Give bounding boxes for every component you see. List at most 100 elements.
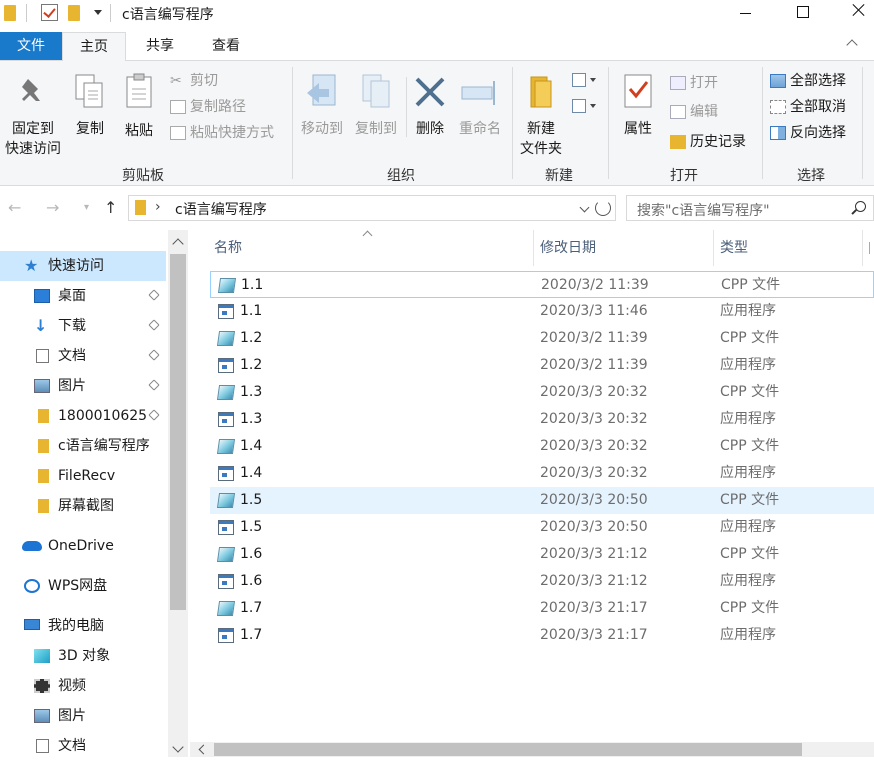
sidebar-item-quick-access[interactable]: ★ 快速访问 <box>0 251 166 281</box>
table-row[interactable]: 1.6 2020/3/3 21:12 CPP 文件 <box>210 541 874 568</box>
copy-button[interactable]: 复制 <box>68 67 112 143</box>
minimize-button[interactable] <box>722 0 768 28</box>
sidebar-item-this-pc[interactable]: 我的电脑 <box>0 611 166 641</box>
table-row[interactable]: 1.3 2020/3/3 20:32 应用程序 <box>210 406 874 433</box>
sidebar-item-desktop[interactable]: 桌面 <box>0 281 166 311</box>
file-type: CPP 文件 <box>720 384 780 400</box>
table-row[interactable]: 1.3 2020/3/3 20:32 CPP 文件 <box>210 379 874 406</box>
copy-to-button[interactable]: 复制到 <box>350 67 402 157</box>
rename-button[interactable]: 重命名 <box>452 67 508 143</box>
sidebar-item-3d-objects[interactable]: 3D 对象 <box>0 641 166 671</box>
search-box[interactable]: 搜索"c语言编写程序" <box>626 195 874 221</box>
properties-button[interactable]: 属性 <box>614 67 662 157</box>
table-row[interactable]: 1.1 2020/3/3 11:46 应用程序 <box>210 298 874 325</box>
chevron-down-icon[interactable] <box>579 202 590 213</box>
easy-access-icon[interactable] <box>572 99 586 113</box>
sidebar-item-pictures-pc[interactable]: 图片 <box>0 701 166 731</box>
tab-share[interactable]: 共享 <box>132 32 188 61</box>
paste-shortcut-label: 粘贴快捷方式 <box>190 125 274 141</box>
address-path[interactable]: c语言编写程序 <box>175 199 267 219</box>
file-name: 1.3 <box>240 411 263 427</box>
scroll-left-icon[interactable] <box>198 744 209 755</box>
sidebar-item-label: c语言编写程序 <box>58 438 150 454</box>
delete-button[interactable]: 删除 <box>410 67 450 157</box>
back-arrow-icon[interactable]: ← <box>8 198 21 217</box>
file-date: 2020/3/2 11:39 <box>540 330 648 346</box>
column-divider[interactable] <box>713 230 714 266</box>
new-folder-icon[interactable] <box>68 5 80 21</box>
column-divider[interactable] <box>533 230 534 266</box>
column-header-name[interactable]: 名称 <box>214 230 242 266</box>
table-row[interactable]: 1.2 2020/3/2 11:39 CPP 文件 <box>210 325 874 352</box>
table-row[interactable]: 1.5 2020/3/3 20:50 CPP 文件 <box>210 487 874 514</box>
column-divider[interactable] <box>862 230 863 266</box>
move-to-button[interactable]: 移动到 <box>296 67 348 157</box>
column-header-size-partial[interactable] <box>869 242 871 254</box>
up-arrow-icon[interactable]: ↑ <box>104 198 117 217</box>
sidebar-item-onedrive[interactable]: OneDrive <box>0 531 166 561</box>
folder-icon[interactable] <box>4 5 16 21</box>
scrollbar-thumb[interactable] <box>170 254 186 610</box>
sidebar-scrollbar[interactable] <box>168 230 188 757</box>
paste-button[interactable]: 粘贴 <box>116 67 162 143</box>
sidebar-item-pictures[interactable]: 图片 <box>0 371 166 401</box>
search-icon[interactable] <box>855 201 866 212</box>
refresh-icon[interactable] <box>595 200 611 216</box>
recent-locations-icon[interactable]: ▾ <box>84 202 89 213</box>
sidebar-item-downloads[interactable]: ↓ 下载 <box>0 311 166 341</box>
scroll-down-icon[interactable] <box>172 741 184 753</box>
collapse-ribbon-icon[interactable] <box>846 39 858 51</box>
maximize-button[interactable] <box>779 0 825 28</box>
sidebar-item-documents[interactable]: 文档 <box>0 341 166 371</box>
customize-dropdown-icon[interactable] <box>94 10 102 15</box>
tab-home[interactable]: 主页 <box>62 32 126 61</box>
table-row[interactable]: 1.5 2020/3/3 20:50 应用程序 <box>210 514 874 541</box>
tab-file[interactable]: 文件 <box>0 32 62 60</box>
title-bar: c语言编写程序 <box>0 0 874 28</box>
scroll-up-icon[interactable] <box>172 238 184 250</box>
chevron-right-icon[interactable]: › <box>155 199 161 215</box>
sidebar-item-documents-pc[interactable]: 文档 <box>0 731 166 757</box>
close-button[interactable] <box>836 0 874 28</box>
cpp-file-icon <box>216 385 236 400</box>
exe-file-icon <box>218 466 234 481</box>
table-row[interactable]: 1.1 2020/3/2 11:39 CPP 文件 <box>210 271 874 298</box>
new-item-dropdown-icon[interactable] <box>590 78 596 82</box>
column-header-date[interactable]: 修改日期 <box>540 230 596 266</box>
file-date: 2020/3/3 20:32 <box>540 384 648 400</box>
table-row[interactable]: 1.4 2020/3/3 20:32 应用程序 <box>210 460 874 487</box>
sidebar-item-wps-cloud[interactable]: WPS网盘 <box>0 571 166 601</box>
sidebar-item-screenshots[interactable]: 屏幕截图 <box>0 491 166 521</box>
copy-icon <box>75 74 103 108</box>
file-type: CPP 文件 <box>721 277 781 293</box>
new-item-icon[interactable] <box>572 73 586 87</box>
file-type: CPP 文件 <box>720 492 780 508</box>
properties-check-icon[interactable] <box>41 4 58 21</box>
table-row[interactable]: 1.2 2020/3/2 11:39 应用程序 <box>210 352 874 379</box>
pin-to-quick-access-button[interactable]: 固定到 快速访问 <box>0 67 66 163</box>
folder-icon <box>38 499 49 513</box>
table-row[interactable]: 1.6 2020/3/3 21:12 应用程序 <box>210 568 874 595</box>
table-row[interactable]: 1.7 2020/3/3 21:17 CPP 文件 <box>210 595 874 622</box>
table-row[interactable]: 1.7 2020/3/3 21:17 应用程序 <box>210 622 874 649</box>
new-folder-button[interactable]: 新建 文件夹 <box>514 67 568 163</box>
sidebar-item-filerecv[interactable]: FileRecv <box>0 461 166 491</box>
file-date: 2020/3/3 11:46 <box>540 303 648 319</box>
invert-selection-icon <box>770 126 786 140</box>
scrollbar-thumb[interactable] <box>214 743 802 756</box>
forward-arrow-icon[interactable]: → <box>46 198 59 217</box>
column-header-type[interactable]: 类型 <box>720 230 748 266</box>
sidebar-item-folder-1800010625[interactable]: 1800010625 <box>0 401 166 431</box>
file-date: 2020/3/2 11:39 <box>541 277 649 293</box>
easy-access-dropdown-icon[interactable] <box>590 104 596 108</box>
search-input[interactable]: 搜索"c语言编写程序" <box>637 200 770 220</box>
document-icon <box>36 739 49 753</box>
tab-view[interactable]: 查看 <box>198 32 254 61</box>
sidebar-item-videos[interactable]: 视频 <box>0 671 166 701</box>
address-bar[interactable]: › c语言编写程序 <box>128 195 616 221</box>
paste-label: 粘贴 <box>125 123 153 139</box>
table-row[interactable]: 1.4 2020/3/3 20:32 CPP 文件 <box>210 433 874 460</box>
horizontal-scrollbar[interactable] <box>190 742 874 757</box>
sidebar-item-c-programs[interactable]: c语言编写程序 <box>0 431 166 461</box>
file-date: 2020/3/3 20:32 <box>540 411 648 427</box>
